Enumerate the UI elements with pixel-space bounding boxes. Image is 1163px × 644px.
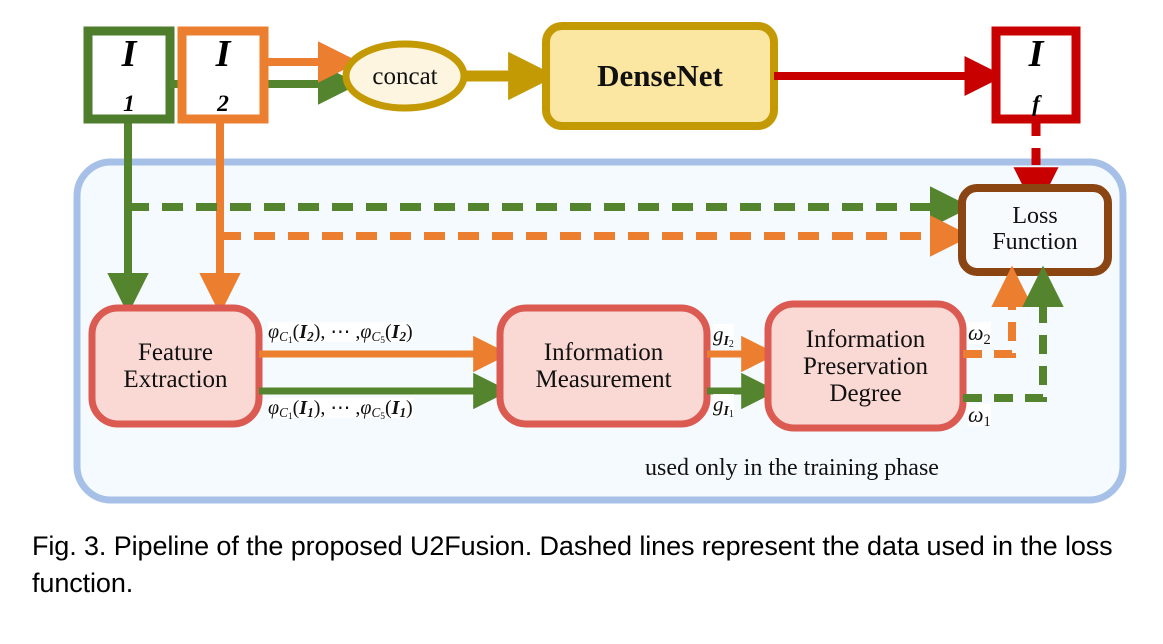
node-concat[interactable] <box>342 40 468 112</box>
node-information-measurement[interactable] <box>496 304 711 428</box>
node-information-preservation-degree[interactable] <box>764 300 967 432</box>
node-fused-if[interactable] <box>991 26 1081 124</box>
node-input-i1[interactable] <box>83 26 175 124</box>
node-loss-function[interactable] <box>958 184 1112 276</box>
node-feature-extraction[interactable] <box>88 304 263 428</box>
node-input-i2[interactable] <box>177 26 269 124</box>
node-densenet[interactable] <box>542 22 778 130</box>
figure-container: I1 I2 concat DenseNet If Loss Function F… <box>0 0 1163 644</box>
figure-caption: Fig. 3. Pipeline of the proposed U2Fusio… <box>32 531 1113 598</box>
